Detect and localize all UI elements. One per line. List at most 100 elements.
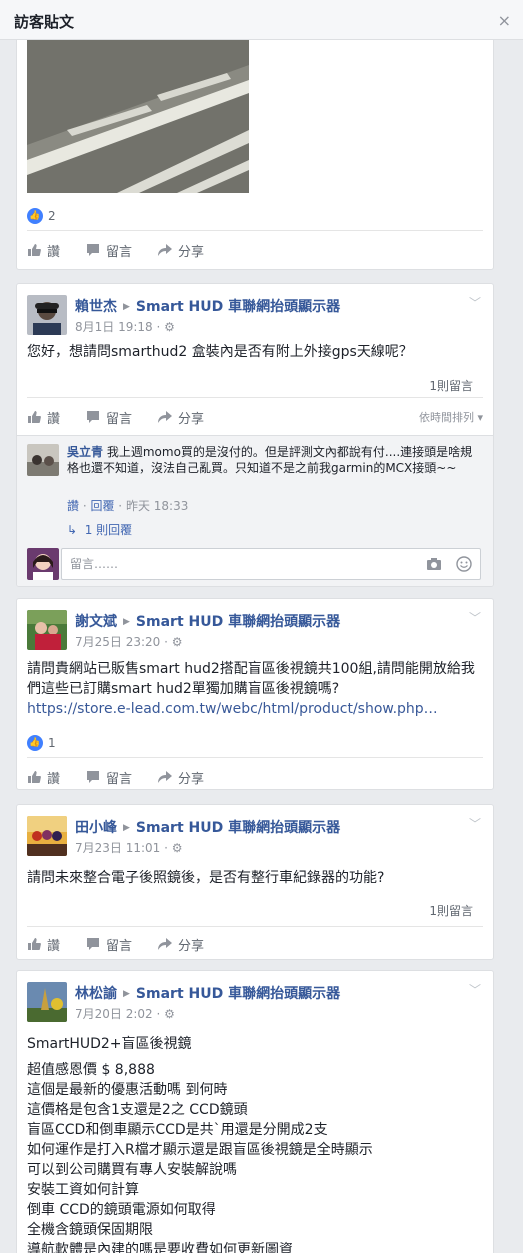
action-bar: 讚 留言 分享 — [27, 929, 483, 959]
avatar[interactable] — [27, 816, 67, 856]
post-card: 賴世杰 ▶ Smart HUD 車聯網抬頭顯示器 8月1日 19:18 · ⚙ ﹀ … — [16, 283, 494, 587]
thumbs-up-icon — [28, 244, 41, 256]
post-meta: 8月1日 19:18 · ⚙ — [75, 320, 175, 334]
avatar[interactable] — [27, 444, 59, 476]
post-card: 田小峰 ▶ Smart HUD 車聯網抬頭顯示器 7月23日 11:01 · ⚙ ﹀… — [16, 804, 494, 960]
post-time[interactable]: 8月1日 19:18 — [75, 320, 153, 334]
caret-down-icon: ▾ — [477, 411, 483, 424]
page-name-link[interactable]: Smart HUD 車聯網抬頭顯示器 — [136, 299, 340, 315]
page-name-link[interactable]: Smart HUD 車聯網抬頭顯示器 — [136, 986, 340, 1002]
author-name[interactable]: 田小峰 — [75, 820, 117, 836]
like-summary[interactable]: 👍 2 — [27, 208, 56, 224]
like-button[interactable]: 讚 — [27, 935, 60, 954]
post-photo[interactable] — [27, 40, 249, 193]
arrow-right-icon: ▶ — [123, 617, 130, 627]
share-button[interactable]: 分享 — [158, 768, 204, 787]
comment-count[interactable]: 1則留言 — [429, 377, 473, 394]
comment-text: 我上週momo買的是沒付的。但是評測文內都說有付....連接頭是啥規格也還不知道… — [67, 445, 473, 475]
avatar[interactable] — [27, 295, 67, 335]
comment-button[interactable]: 留言 — [86, 935, 132, 954]
current-user-avatar[interactable] — [27, 548, 59, 580]
action-bar: 讚 留言 分享 — [27, 235, 483, 265]
like-button[interactable]: 讚 — [27, 408, 60, 427]
share-button[interactable]: 分享 — [158, 935, 204, 954]
post-time[interactable]: 7月23日 11:01 — [75, 841, 160, 855]
author-name[interactable]: 林松諭 — [75, 986, 117, 1002]
author-name[interactable]: 謝文斌 — [75, 614, 117, 630]
post-link[interactable]: https://store.e-lead.com.tw/webc/html/pr… — [27, 701, 438, 717]
like-icon: 👍 — [27, 735, 43, 751]
share-icon — [158, 938, 173, 950]
comment-icon — [87, 244, 100, 256]
view-replies-link[interactable]: ↳ 1 則回覆 — [67, 521, 132, 538]
like-button[interactable]: 讚 — [27, 241, 60, 260]
reply-arrow-icon: ↳ — [67, 523, 78, 537]
post-line: 倒車 CCD的鏡頭電源如何取得 — [27, 1202, 216, 1218]
post-time[interactable]: 7月25日 23:20 — [75, 635, 160, 649]
comment-button[interactable]: 留言 — [86, 408, 132, 427]
post-time[interactable]: 7月20日 2:02 — [75, 1007, 153, 1021]
like-button[interactable]: 讚 — [27, 768, 60, 787]
post-author-line: 謝文斌 ▶ Smart HUD 車聯網抬頭顯示器 — [75, 611, 340, 631]
like-count: 1 — [48, 736, 56, 750]
share-icon — [158, 244, 173, 256]
divider — [27, 757, 483, 758]
comments-section: 吳立青 我上週momo買的是沒付的。但是評測文內都說有付....連接頭是啥規格也… — [17, 435, 493, 586]
post-meta: 7月25日 23:20 · ⚙ — [75, 635, 183, 649]
avatar[interactable] — [27, 610, 67, 650]
avatar[interactable] — [27, 982, 67, 1022]
page-name-link[interactable]: Smart HUD 車聯網抬頭顯示器 — [136, 820, 340, 836]
comment-reply-link[interactable]: 回覆 — [90, 499, 114, 513]
arrow-right-icon: ▶ — [123, 302, 130, 312]
chevron-down-icon[interactable]: ﹀ — [469, 609, 481, 626]
post-line: 超值感恩價 $ 8,888 — [27, 1062, 155, 1078]
chevron-down-icon[interactable]: ﹀ — [469, 815, 481, 832]
close-icon[interactable]: × — [498, 11, 511, 30]
camera-icon[interactable] — [426, 557, 442, 571]
share-button[interactable]: 分享 — [158, 241, 204, 260]
action-bar: 讚 留言 分享 依時間排列 ▾ — [27, 402, 483, 432]
comment-count[interactable]: 1則留言 — [429, 902, 473, 919]
page-name-link[interactable]: Smart HUD 車聯網抬頭顯示器 — [136, 614, 340, 630]
comment-icon — [87, 938, 100, 950]
arrow-right-icon: ▶ — [123, 823, 130, 833]
post-card: 謝文斌 ▶ Smart HUD 車聯網抬頭顯示器 7月25日 23:20 · ⚙ ﹀… — [16, 598, 494, 790]
chevron-down-icon[interactable]: ﹀ — [469, 294, 481, 311]
post-author-line: 田小峰 ▶ Smart HUD 車聯網抬頭顯示器 — [75, 817, 340, 837]
post-text: 請問未來整合電子後照鏡後，是否有整行車紀錄器的功能? — [27, 870, 385, 886]
post-text: 請問貴網站已販售smart hud2搭配盲區後視鏡共100組,請問能開放給我們這… — [27, 661, 475, 717]
comment-author[interactable]: 吳立青 — [67, 445, 103, 459]
comment-composer — [61, 548, 481, 580]
comment-icon — [87, 411, 100, 423]
post-meta: 7月20日 2:02 · ⚙ — [75, 1007, 175, 1021]
post-line: 全機含鏡頭保固期限 — [27, 1222, 153, 1238]
share-icon — [158, 771, 173, 783]
comment-meta: 讚 · 回覆 · 昨天 18:33 — [67, 499, 189, 513]
share-icon — [158, 411, 173, 423]
author-name[interactable]: 賴世杰 — [75, 299, 117, 315]
post-line: 這價格是包含1支還是2之 CCD鏡頭 — [27, 1102, 248, 1118]
dialog-header: 訪客貼文 × — [0, 0, 523, 40]
comment-time[interactable]: 昨天 18:33 — [126, 499, 188, 513]
comment-like-link[interactable]: 讚 — [67, 499, 79, 513]
action-bar: 讚 留言 分享 — [27, 762, 483, 789]
post-line: 導航軟體是內建的嗎是要收費如何更新圖資 — [27, 1242, 293, 1253]
share-button[interactable]: 分享 — [158, 408, 204, 427]
comment-button[interactable]: 留言 — [86, 768, 132, 787]
post-card: 👍 2 讚 留言 分享 — [16, 40, 494, 270]
like-summary[interactable]: 👍 1 — [27, 735, 56, 751]
arrow-right-icon: ▶ — [123, 989, 130, 999]
comment-input[interactable] — [70, 549, 370, 579]
divider — [27, 397, 483, 398]
post-text: SmartHUD2+盲區後視鏡 超值感恩價 $ 8,888 這個是最新的優惠活動… — [27, 1034, 483, 1253]
post-text: 您好，想請問smarthud2 盒裝內是否有附上外接gps天線呢？ — [27, 344, 413, 360]
post-line: 如何運作是打入R檔才顯示還是跟盲區後視鏡是全時顯示 — [27, 1142, 373, 1158]
post-card: 林松諭 ▶ Smart HUD 車聯網抬頭顯示器 7月20日 2:02 · ⚙ ﹀ … — [16, 970, 494, 1253]
like-icon: 👍 — [27, 208, 43, 224]
feed-scroll-area[interactable]: 👍 2 讚 留言 分享 賴世杰 ▶ Smart HUD 車聯網抬頭顯示器 8月1… — [0, 40, 523, 1253]
sort-dropdown[interactable]: 依時間排列 ▾ — [419, 409, 483, 425]
chevron-down-icon[interactable]: ﹀ — [469, 981, 481, 998]
divider — [27, 230, 483, 231]
comment-button[interactable]: 留言 — [86, 241, 132, 260]
emoji-icon[interactable] — [456, 556, 472, 572]
